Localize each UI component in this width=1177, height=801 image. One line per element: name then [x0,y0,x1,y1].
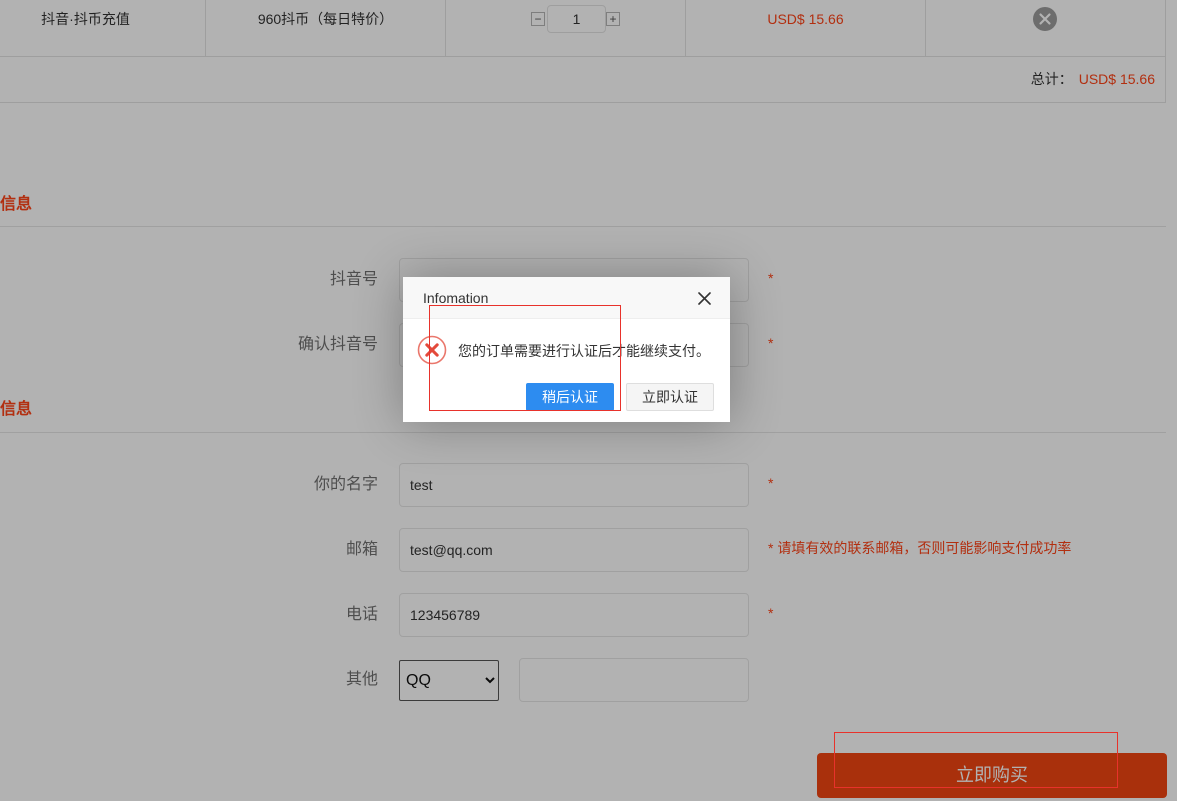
verify-now-button[interactable]: 立即认证 [626,383,714,411]
error-circle-icon [417,335,447,365]
dialog-message: 您的订单需要进行认证后才能继续支付。 [458,343,710,359]
verification-dialog: Infomation 您的订单需要进行认证后才能继续支付。 稍后认证 立即认证 [403,277,730,422]
dialog-close-button[interactable] [698,292,711,305]
verify-later-button[interactable]: 稍后认证 [526,383,614,411]
close-icon [698,292,711,305]
dialog-title: Infomation [403,277,730,319]
